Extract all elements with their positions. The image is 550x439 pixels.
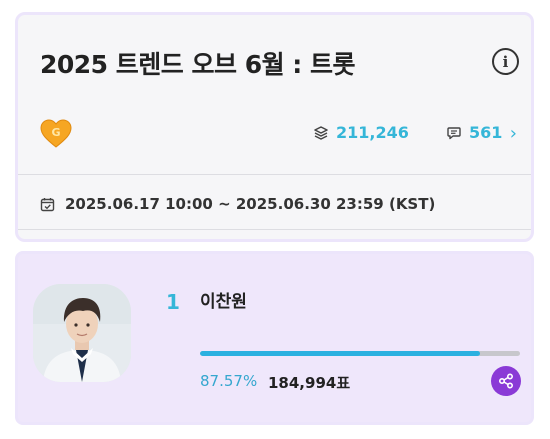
voting-period: 2025.06.17 10:00 ~ 2025.06.30 23:59 (KST… (40, 195, 435, 213)
poll-title: 2025 트렌드 오브 6월 : 트롯 (40, 50, 356, 79)
total-votes-value: 211,246 (336, 123, 409, 142)
rank-number: 1 (166, 290, 180, 314)
poll-header-card: 2025 트렌드 오브 6월 : 트롯 i G 211,246 561 › 20… (15, 12, 534, 242)
voting-period-text: 2025.06.17 10:00 ~ 2025.06.30 23:59 (KST… (65, 195, 436, 213)
info-icon[interactable]: i (492, 48, 519, 75)
vote-percent: 87.57% (200, 372, 258, 390)
total-votes: 211,246 (314, 123, 409, 142)
share-icon (498, 373, 514, 389)
vote-count: 184,994표 (268, 374, 351, 392)
vote-progress-fill (200, 351, 481, 356)
stack-icon (314, 125, 328, 140)
divider (18, 229, 531, 230)
comments-count-value: 561 (469, 123, 503, 142)
chevron-right-icon[interactable]: › (510, 123, 517, 144)
artist-photo (33, 284, 131, 382)
vote-progress-bar (200, 351, 520, 356)
divider (18, 174, 531, 175)
artist-portrait-image (33, 284, 131, 382)
artist-name: 이찬원 (200, 292, 247, 312)
comment-icon (447, 126, 461, 139)
svg-text:G: G (51, 126, 60, 139)
calendar-check-icon (40, 197, 55, 211)
share-button[interactable] (491, 366, 521, 396)
comments-count[interactable]: 561 (447, 123, 502, 142)
heart-g-badge-icon: G (40, 119, 72, 148)
ranking-item[interactable]: 1 이찬원 87.57% 184,994표 (15, 251, 534, 425)
